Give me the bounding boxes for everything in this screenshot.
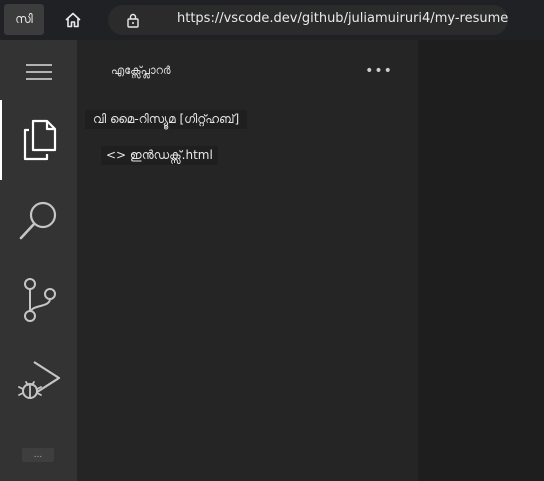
explorer-title: എക്സ്പ്ലോറർ xyxy=(111,64,171,77)
activity-bar: ... xyxy=(0,40,77,481)
menu-icon[interactable] xyxy=(0,52,77,92)
home-icon[interactable] xyxy=(58,6,88,34)
accounts-button[interactable]: ... xyxy=(22,448,54,462)
browser-toolbar: സി https://vscode.dev/github/juliamuirur… xyxy=(0,0,544,40)
search-icon[interactable] xyxy=(0,180,77,260)
run-debug-icon[interactable] xyxy=(0,340,77,420)
profile-button[interactable]: സി xyxy=(4,4,44,35)
editor-area xyxy=(418,40,544,481)
explorer-icon[interactable] xyxy=(0,100,77,180)
lock-icon[interactable] xyxy=(124,10,142,30)
file-item-index-html[interactable]: <> ഇൻഡക്സ്.html xyxy=(101,146,218,165)
explorer-sidebar xyxy=(77,40,418,481)
url-text[interactable]: https://vscode.dev/github/juliamuiruri4/… xyxy=(177,11,508,26)
source-control-icon[interactable] xyxy=(0,260,77,340)
more-actions-icon[interactable]: ••• xyxy=(365,62,392,80)
workspace-folder[interactable]: വി മൈ-റിസ്യൂമ [ഗിറ്റ്ഹബ്] xyxy=(85,110,248,129)
